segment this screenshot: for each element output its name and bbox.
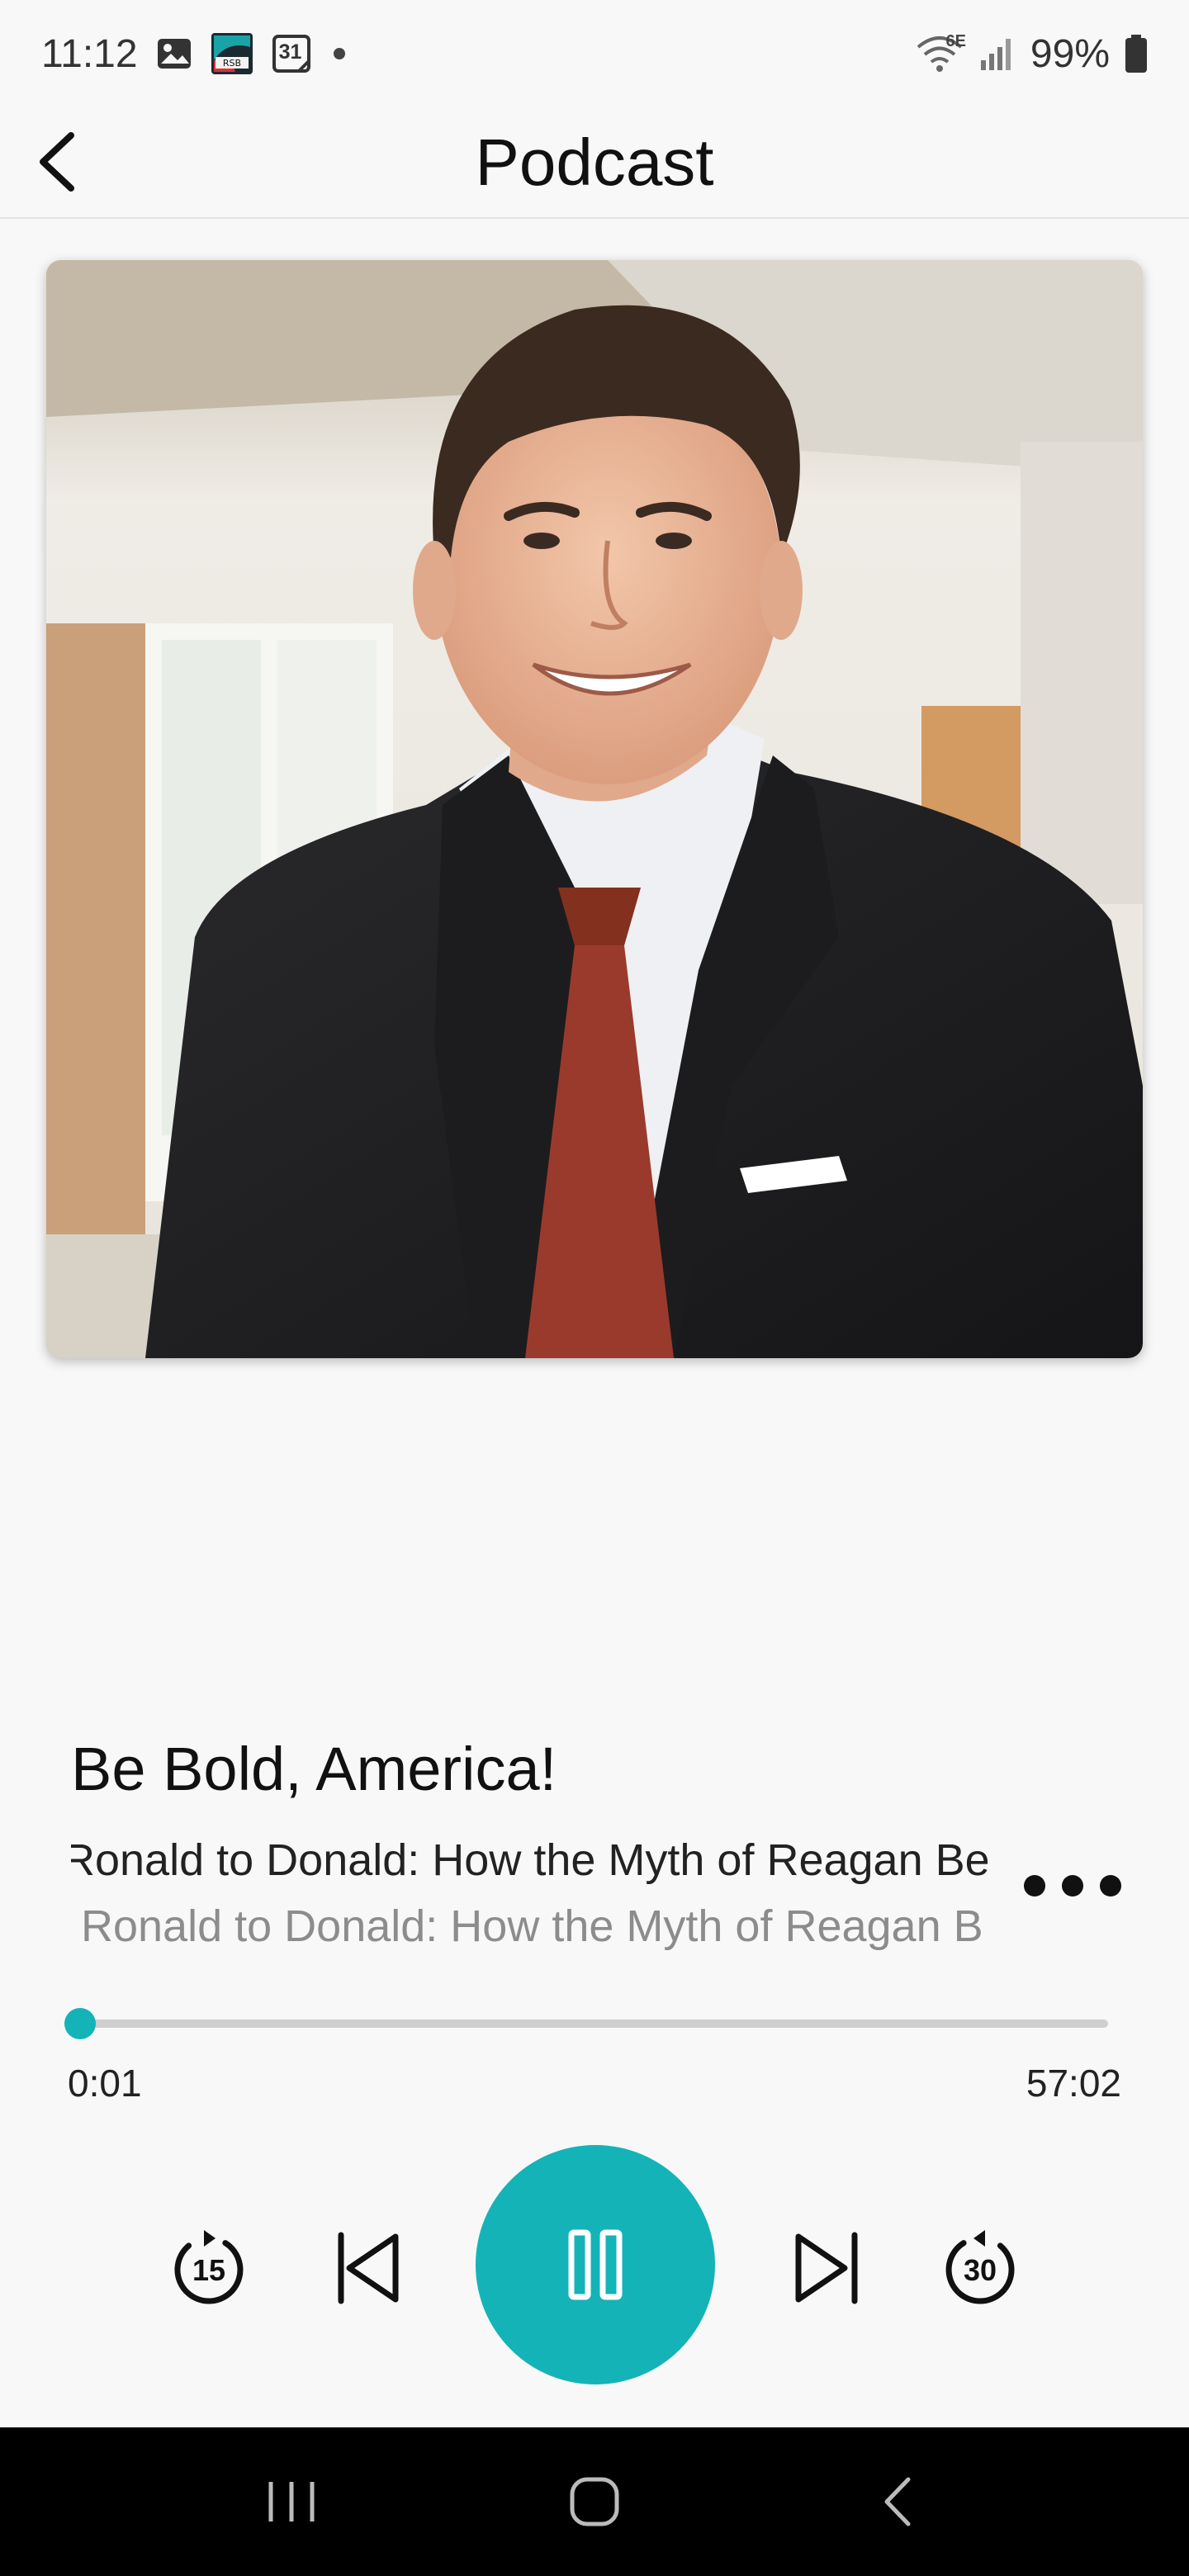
home-icon [570,2477,619,2526]
notification-dot-icon [331,45,348,62]
skip-back-button[interactable]: 15 [163,2223,254,2313]
replay-15-icon: 15 [174,2230,244,2304]
more-dot [1062,1875,1083,1896]
skip-previous-icon [338,2232,399,2304]
progress-thumb[interactable] [64,2008,96,2039]
battery-percent: 99% [1030,31,1110,76]
system-nav-bar [0,2427,1189,2576]
back-nav-icon [884,2477,911,2526]
status-time: 11:12 [41,31,138,76]
episode-subtitle-marquee: Ronald to Donald: How the Myth of Reagan… [81,1901,983,1951]
system-back-button[interactable] [848,2452,947,2551]
total-duration: 57:02 [1026,2062,1121,2105]
more-horizontal-icon [1024,1875,1045,1896]
progress-bar[interactable] [79,2020,1108,2028]
status-right: 6E 99% [915,31,1148,77]
wifi-icon: 6E [915,32,966,73]
battery-icon [1125,34,1148,73]
elapsed-time: 0:01 [68,2062,142,2105]
pause-button[interactable] [476,2145,715,2384]
svg-text:RSB: RSB [222,58,240,69]
more-dot [1100,1875,1121,1896]
previous-button[interactable] [322,2223,413,2313]
calendar-notification-icon: 31 [272,33,313,74]
skip-back-label: 15 [192,2253,225,2287]
episode-artwork [46,260,1143,1358]
home-button[interactable] [545,2452,644,2551]
recent-apps-button[interactable] [242,2452,341,2551]
back-button[interactable] [25,129,91,195]
recent-apps-icon [268,2482,315,2522]
skip-forward-label: 30 [964,2253,997,2287]
forward-30-icon: 30 [945,2230,1015,2304]
status-left: 11:12 RSB 31 [41,31,348,77]
app-header: Podcast [0,107,1189,219]
chevron-left-icon [40,132,74,192]
show-title: Be Bold, America! [71,1735,557,1803]
network-label: 6E [945,32,966,50]
skip-next-icon [795,2232,858,2304]
skip-forward-button[interactable]: 30 [935,2223,1026,2313]
gallery-notification-icon [156,37,192,70]
pause-icon [568,2229,623,2300]
more-options-button[interactable] [1019,1861,1126,1911]
page-title: Podcast [475,125,714,199]
next-button[interactable] [781,2223,872,2313]
signal-icon [979,36,1016,72]
calendar-day: 31 [278,40,302,64]
app-notification-icon: RSB [211,32,253,75]
podcast-player-screen: 11:12 RSB 31 6E 99% Podcast Be Bold, Ame… [0,0,1189,2576]
episode-title-marquee: Ronald to Donald: How the Myth of Reagan… [71,1835,988,1885]
status-bar: 11:12 RSB 31 6E 99% [0,0,1189,107]
